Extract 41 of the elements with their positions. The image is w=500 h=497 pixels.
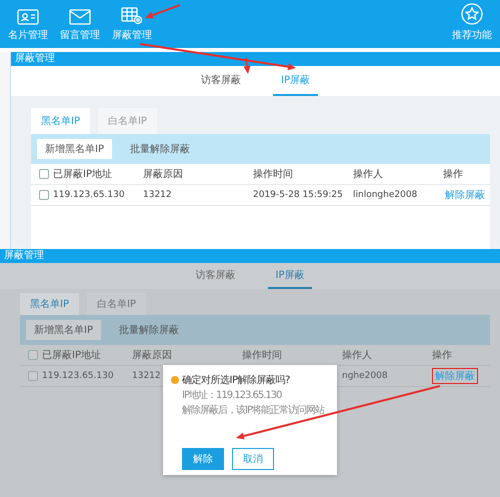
cancel-button[interactable]: 取消	[232, 448, 274, 470]
tab[interactable]: 访客屏蔽	[188, 263, 244, 289]
toolbar-item[interactable]: 名片管理	[6, 9, 50, 42]
tab[interactable]: 访客屏蔽	[193, 66, 249, 96]
column-header: 屏蔽原因	[143, 168, 183, 181]
unblock-link[interactable]: 解除屏蔽	[432, 368, 478, 384]
table-cell: 119.123.65.130	[42, 371, 114, 381]
list-tab[interactable]: 白名单IP	[98, 108, 157, 134]
list-tab[interactable]: 黑名单IP	[20, 293, 79, 315]
column-header: 操作	[432, 349, 452, 362]
dialog-text: 解除屏蔽后，该IP将能正常访问网站	[181, 404, 324, 417]
column-header: 操作时间	[242, 348, 282, 362]
column-header: 已屏蔽IP地址	[53, 168, 112, 181]
tab[interactable]: IP屏蔽	[268, 263, 312, 289]
list-tab[interactable]: 黑名单IP	[31, 108, 90, 134]
table-cell: linlonghe2008	[353, 190, 418, 200]
table-cell: 119.123.65.130	[53, 190, 125, 200]
unblock-link[interactable]: 解除屏蔽	[443, 188, 487, 202]
toolbar-item[interactable]: 留言管理	[58, 9, 102, 42]
table-cell: 2019-5-28 15:59:25	[253, 190, 343, 200]
table-cell: 13212	[143, 190, 172, 200]
column-header: 操作人	[342, 349, 372, 362]
toolbar-item[interactable]: 屏蔽管理	[110, 7, 154, 42]
table-cell: 13212	[132, 371, 161, 381]
window-title: 屏蔽管理	[0, 249, 500, 263]
toolbar-item[interactable]: 推荐功能	[450, 3, 494, 42]
table-cell: nghe2008	[342, 371, 388, 381]
action-button[interactable]: 批量解除屏蔽	[122, 139, 198, 159]
action-button[interactable]: 批量解除屏蔽	[110, 320, 187, 340]
column-header: 已屏蔽IP地址	[42, 348, 101, 362]
column-header: 操作时间	[253, 168, 293, 181]
dialog-title: 确定对所选IP解除屏蔽吗?	[182, 374, 290, 387]
column-header: 操作人	[353, 168, 383, 181]
action-button[interactable]: 新增黑名单IP	[26, 320, 101, 340]
column-header: 操作	[443, 168, 463, 181]
column-header: 屏蔽原因	[132, 348, 172, 362]
confirm-button[interactable]: 解除	[182, 448, 224, 470]
window-title: 屏蔽管理	[11, 52, 500, 66]
action-button[interactable]: 新增黑名单IP	[37, 139, 112, 159]
dialog-text: IP地址：119.123.65.130	[181, 388, 282, 402]
list-tab[interactable]: 白名单IP	[86, 293, 146, 315]
